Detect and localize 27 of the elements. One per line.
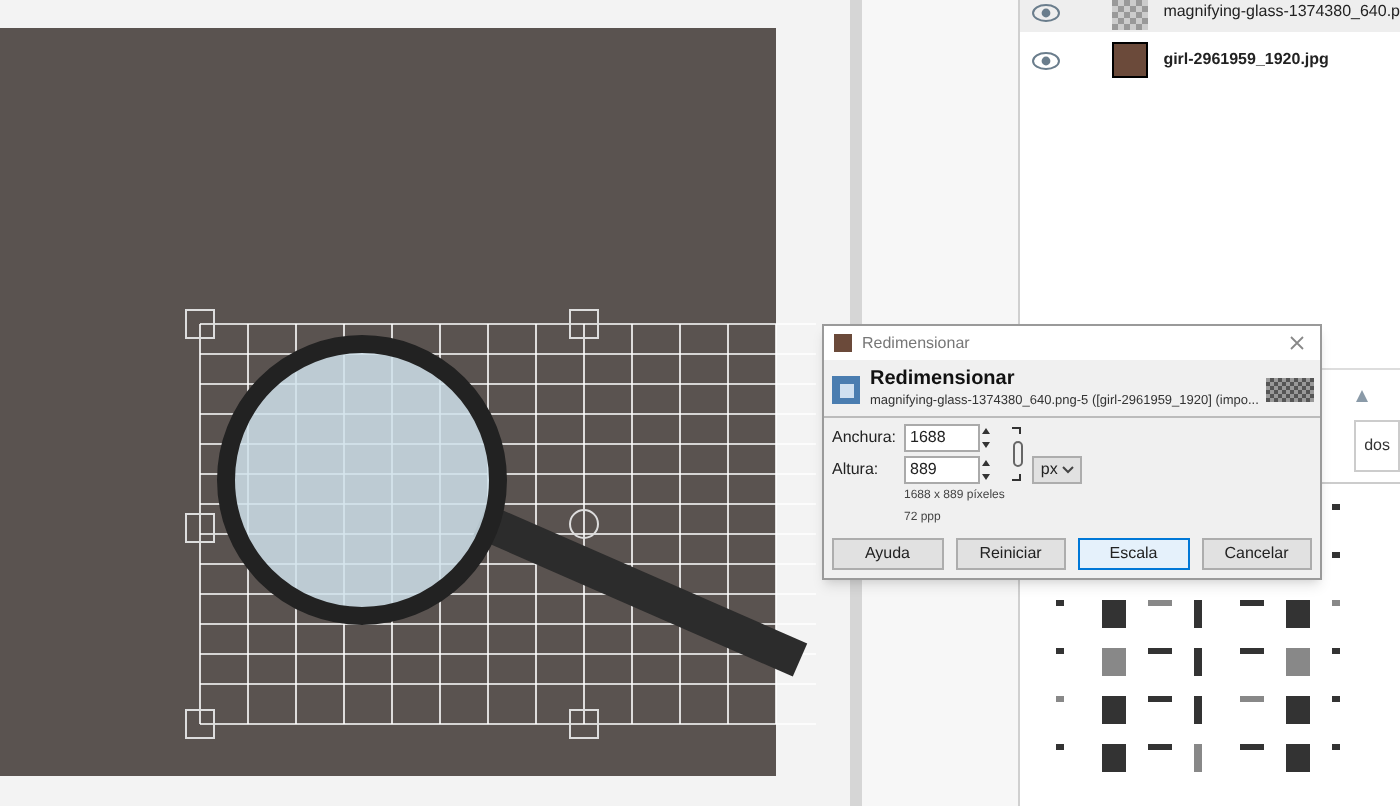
dialog-button[interactable]: Reiniciar — [955, 538, 1066, 570]
dialog-button[interactable]: Escala — [1078, 538, 1189, 570]
dialog-button[interactable]: Ayuda — [832, 538, 943, 570]
eye-icon[interactable] — [1031, 51, 1060, 69]
size-field[interactable]: 889 — [904, 456, 980, 484]
layer-thumbnail — [1111, 0, 1148, 30]
spin-arrows-icon[interactable] — [980, 456, 992, 484]
close-icon[interactable] — [1290, 336, 1304, 350]
field-label: Anchura: — [832, 426, 899, 450]
layer-name: girl-2961959_1920.jpg — [1163, 48, 1329, 72]
panel-tab[interactable]: dos — [1354, 420, 1400, 472]
dialog-button[interactable]: Cancelar — [1201, 538, 1312, 570]
field-label: Altura: — [832, 458, 881, 482]
chevron-icon — [1061, 466, 1074, 474]
layer-thumbnail — [1111, 42, 1148, 78]
app-icon — [834, 334, 852, 352]
spin-arrows-icon[interactable] — [980, 424, 992, 452]
dialog-title: Redimensionar — [862, 331, 972, 355]
layer-name: magnifying-glass-1374380_640.p — [1163, 0, 1400, 24]
size-field[interactable]: 1688 — [904, 424, 980, 452]
layer-preview — [1266, 377, 1314, 401]
resize-icon — [830, 373, 862, 405]
dialog-heading: Redimensionar — [870, 368, 1017, 392]
eye-icon[interactable] — [1031, 3, 1060, 21]
layer-row[interactable]: magnifying-glass-1374380_640.p — [1019, 0, 1400, 32]
unit-dropdown[interactable]: px — [1032, 456, 1082, 484]
chain-link-icon[interactable] — [1010, 424, 1027, 484]
